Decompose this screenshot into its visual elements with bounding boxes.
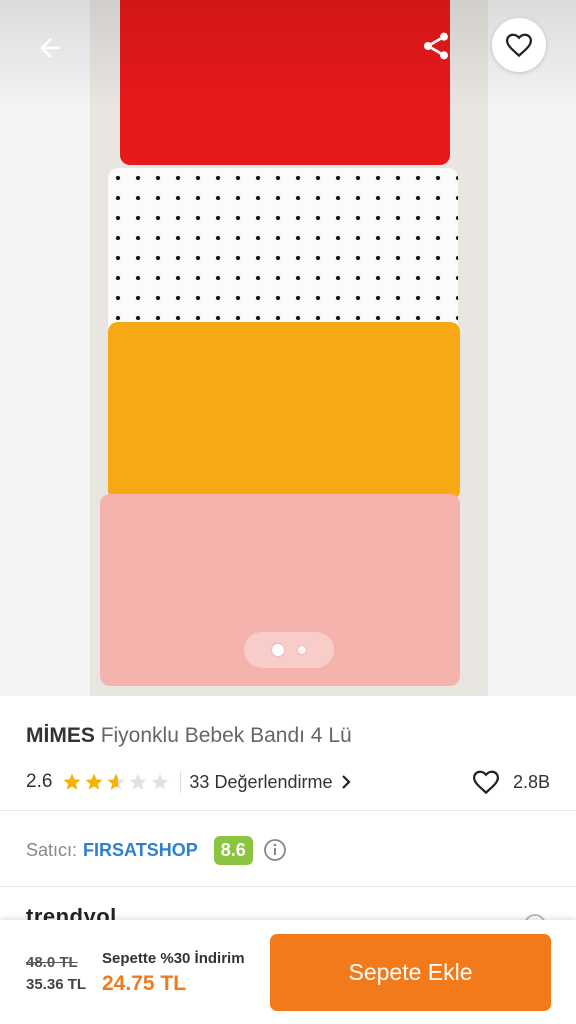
final-price: 24.75 TL bbox=[102, 972, 187, 995]
divider bbox=[0, 886, 576, 887]
favorite-button[interactable] bbox=[492, 18, 546, 72]
original-price: 48.0 TL bbox=[26, 954, 78, 971]
product-name: Fiyonklu Bebek Bandı 4 Lü bbox=[100, 724, 352, 747]
likes-count: 2.8B bbox=[512, 771, 550, 792]
star-full-icon bbox=[86, 773, 103, 790]
info-icon[interactable] bbox=[263, 838, 287, 862]
seller-row: Satıcı: FIRSATSHOP 8.6 bbox=[26, 833, 287, 867]
seller-label: Satıcı: bbox=[26, 839, 78, 860]
seller-score-badge: 8.6 bbox=[213, 835, 253, 865]
star-half-icon bbox=[108, 773, 125, 790]
divider bbox=[0, 810, 576, 811]
likes-button[interactable]: 2.8B bbox=[471, 767, 550, 797]
cart-discount-label: Sepette %30 İndirim bbox=[102, 950, 245, 967]
polka-dot-headband bbox=[108, 168, 458, 338]
star-full-icon bbox=[64, 773, 81, 790]
chevron-right-icon bbox=[341, 775, 351, 789]
rating-stars bbox=[62, 772, 170, 792]
pager-dot[interactable] bbox=[298, 646, 306, 654]
add-to-cart-button[interactable]: Sepete Ekle bbox=[270, 934, 551, 1011]
rating-value: 2.6 bbox=[26, 771, 53, 792]
back-button[interactable] bbox=[26, 24, 74, 72]
product-title: MİMES Fiyonklu Bebek Bandı 4 Lü bbox=[26, 724, 352, 748]
share-icon bbox=[424, 32, 448, 60]
previous-price: 35.36 TL bbox=[26, 976, 87, 993]
reviews-link[interactable]: 33 Değerlendirme bbox=[189, 772, 352, 793]
star-empty-icon bbox=[152, 773, 169, 790]
product-image-gallery[interactable] bbox=[0, 0, 576, 696]
product-detail-screen: MİMES Fiyonklu Bebek Bandı 4 Lü 2.6 33 D… bbox=[0, 0, 576, 1024]
star-empty-icon bbox=[130, 773, 147, 790]
yellow-headband bbox=[108, 322, 460, 500]
heart-outline-icon bbox=[505, 33, 533, 58]
share-button[interactable] bbox=[412, 22, 460, 70]
brand-name[interactable]: MİMES bbox=[26, 724, 95, 747]
reviews-count: 33 Değerlendirme bbox=[189, 771, 333, 792]
image-pager[interactable] bbox=[244, 632, 334, 668]
seller-name-link[interactable]: FIRSATSHOP bbox=[83, 840, 198, 861]
rating-row: 2.6 33 Değerlendirme 2.8B bbox=[26, 766, 550, 798]
heart-outline-icon bbox=[472, 770, 499, 795]
top-bar-shade bbox=[0, 0, 576, 110]
pager-dot-active[interactable] bbox=[272, 644, 284, 656]
arrow-left-icon bbox=[40, 38, 60, 58]
divider bbox=[180, 771, 182, 793]
